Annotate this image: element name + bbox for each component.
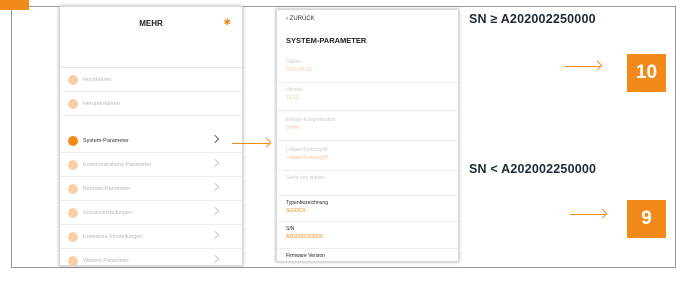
parameter-value: 2020-09-22: [286, 67, 312, 73]
menu-item[interactable]: Hochfahren: [60, 68, 242, 92]
menu-gap: [60, 116, 242, 129]
more-parameters-icon: [68, 255, 78, 265]
parameter-item[interactable]: Datum 2020-09-22: [277, 55, 458, 83]
menu-header: MEHR ✱: [60, 7, 242, 68]
parameter-key: Uhrzeit: [286, 87, 302, 93]
parameter-value: A202002250000: [286, 234, 323, 240]
menu-item-label: Herunterfahren: [83, 100, 120, 107]
menu-item-label: Betriebs-Parameter: [83, 185, 131, 192]
parameter-key: Typenbezeichnung: [286, 200, 328, 206]
chevron-right-icon: [210, 134, 220, 144]
corner-accent: [0, 0, 29, 10]
arrow-icon: [232, 143, 269, 145]
chevron-right-icon: [210, 158, 220, 168]
parameter-item[interactable]: Lokaler/Fernzugriff Lokaler/Fernzugriff: [277, 143, 458, 171]
parameter-value: 0 kWh: [286, 125, 301, 131]
version-badge-old: 9: [627, 200, 666, 238]
power-on-icon: [68, 74, 78, 85]
parameter-item[interactable]: Typenbezeichnung SG33CX: [277, 196, 458, 222]
menu-item[interactable]: Weitere Parameter: [60, 249, 242, 265]
communication-icon: [68, 159, 78, 170]
parameter-key: Gerät neu starten: [286, 175, 325, 181]
version-badge-new: 10: [627, 54, 666, 92]
parameter-value: SG33CX: [286, 208, 306, 214]
gear-icon: [68, 135, 78, 146]
parameter-key: S/N: [286, 226, 295, 232]
parameter-item[interactable]: Ertrags-Kompensation 0 kWh: [277, 113, 458, 141]
operation-icon: [68, 183, 78, 194]
menu-item-label: System-Parameter: [83, 137, 129, 144]
menu-title: MEHR: [139, 19, 163, 28]
back-label: ZURÜCK: [289, 16, 315, 22]
menu-list: Hochfahren Herunterfahren System-Parameter…: [60, 68, 242, 265]
menu-item-label: Kommunikations-Parameter: [83, 161, 152, 168]
parameter-value: 12:23: [286, 95, 299, 101]
parameter-item[interactable]: Gerät neu starten: [277, 171, 458, 196]
advanced-settings-icon: [68, 231, 78, 242]
chevron-right-icon: [210, 254, 220, 264]
parameter-item[interactable]: Firmware VersionAGATE-S_01011.01.06AGATE…: [277, 249, 458, 262]
parameter-value: AGATE-S_01011.01.06: [286, 261, 458, 262]
chevron-right-icon: [210, 182, 220, 192]
parameter-key: Lokaler/Fernzugriff: [286, 147, 328, 153]
menu-item[interactable]: Betriebs-Parameter: [60, 177, 242, 201]
menu-item[interactable]: Schutzeinstellungen: [60, 201, 242, 225]
parameter-item[interactable]: Uhrzeit 12:23: [277, 83, 458, 111]
bluetooth-icon: ✱: [223, 17, 231, 27]
menu-item-label: Erweiterte Einstellungen: [83, 233, 143, 240]
umbrella-icon: [68, 207, 78, 218]
chevron-right-icon: [210, 206, 220, 216]
parameter-value: Lokaler/Fernzugriff: [286, 155, 328, 161]
version-condition-old: SN < A202002250000: [469, 162, 597, 176]
menu-item[interactable]: Erweiterte Einstellungen: [60, 225, 242, 249]
parameter-item[interactable]: S/N A202002250000: [277, 222, 458, 249]
chevron-right-icon: [210, 230, 220, 240]
menu-item-label: Hochfahren: [83, 76, 112, 83]
screen-title: SYSTEM-PARAMETER: [286, 36, 367, 45]
power-off-icon: [68, 98, 78, 109]
arrow-icon: [565, 66, 600, 68]
parameter-key: Firmware Version: [286, 253, 325, 259]
version-condition-new: SN ≥ A202002250000: [469, 12, 596, 26]
menu-item-label: Schutzeinstellungen: [83, 209, 133, 216]
menu-item[interactable]: Kommunikations-Parameter: [60, 153, 242, 177]
menu-screen: MEHR ✱ Hochfahren Herunterfahren System-Pa…: [59, 6, 243, 266]
system-parameter-screen: ‹ ZURÜCK SYSTEM-PARAMETER Datum 2020-09-2…: [276, 9, 459, 262]
back-button[interactable]: ‹ ZURÜCK: [286, 16, 315, 22]
menu-item[interactable]: Herunterfahren: [60, 92, 242, 116]
menu-item[interactable]: System-Parameter: [60, 129, 242, 153]
parameter-key: Ertrags-Kompensation: [286, 117, 336, 123]
menu-item-label: Weitere Parameter: [83, 257, 130, 264]
parameter-key: Datum: [286, 59, 301, 65]
arrow-icon: [570, 214, 605, 216]
